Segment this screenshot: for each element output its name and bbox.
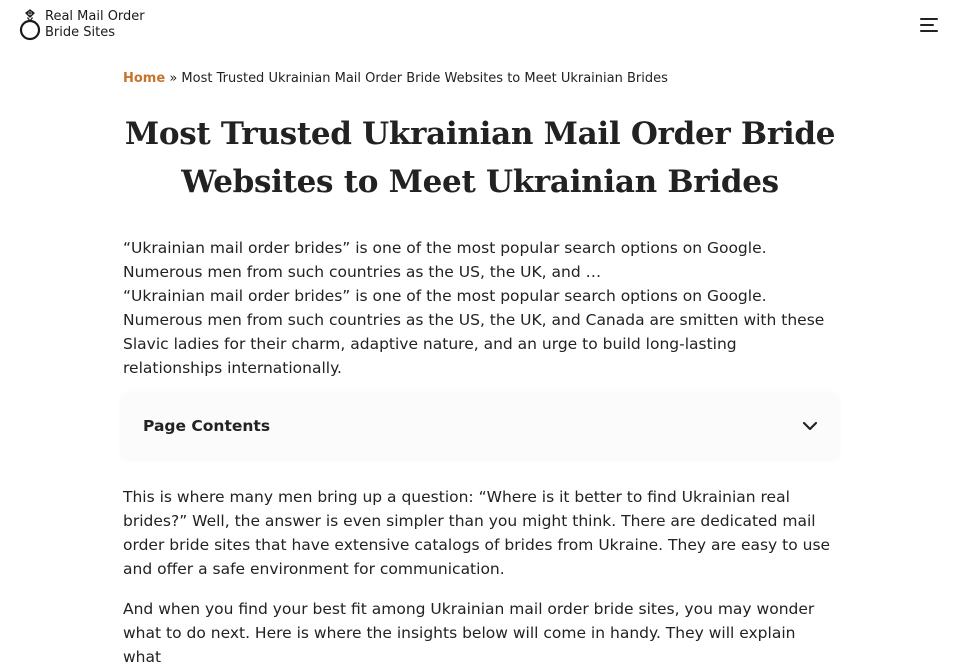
chevron-down-icon: [802, 421, 818, 431]
hamburger-menu-icon[interactable]: [920, 15, 940, 35]
article: Home » Most Trusted Ukrainian Mail Order…: [123, 68, 837, 669]
logo-line-1: Real Mail Order: [45, 9, 145, 24]
breadcrumb: Home » Most Trusted Ukrainian Mail Order…: [123, 68, 837, 90]
breadcrumb-home-link[interactable]: Home: [123, 71, 165, 86]
logo-line-2: Bride Sites: [45, 25, 115, 40]
logo-text: Real Mail Order Bride Sites: [45, 9, 145, 41]
site-logo[interactable]: Real Mail Order Bride Sites: [18, 9, 145, 41]
site-header: Real Mail Order Bride Sites: [0, 0, 960, 52]
article-paragraph: And when you find your best fit among Uk…: [123, 600, 815, 666]
page-contents-toggle[interactable]: Page Contents: [123, 394, 837, 458]
breadcrumb-separator: »: [165, 71, 182, 86]
article-paragraph: This is where many men bring up a questi…: [123, 488, 831, 578]
page-title: Most Trusted Ukrainian Mail Order Bride …: [124, 116, 836, 200]
article-intro: “Ukrainian mail order brides” is one of …: [123, 287, 825, 377]
breadcrumb-current: Most Trusted Ukrainian Mail Order Bride …: [181, 71, 668, 86]
article-excerpt: “Ukrainian mail order brides” is one of …: [123, 239, 767, 281]
ring-icon: [19, 9, 41, 41]
page-contents-label: Page Contents: [143, 417, 271, 435]
